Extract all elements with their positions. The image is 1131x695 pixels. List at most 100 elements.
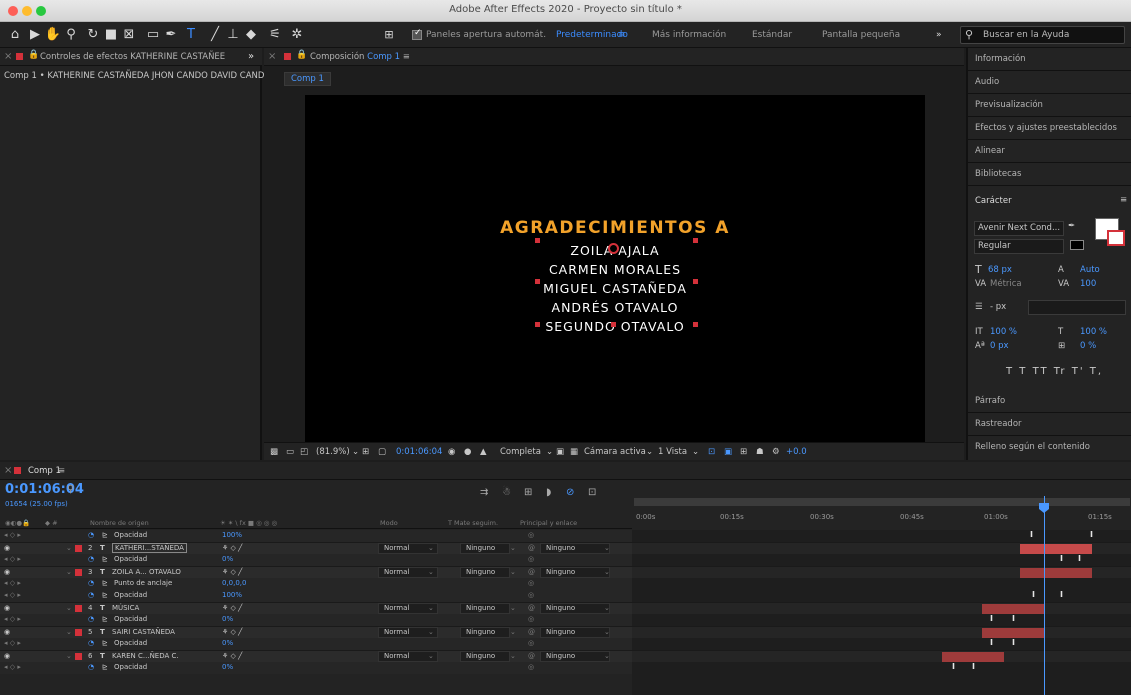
- stroke-color-swatch[interactable]: [1107, 230, 1125, 246]
- bounding-box-handle[interactable]: [535, 279, 540, 284]
- snapshot-icon[interactable]: ⊡: [588, 487, 596, 498]
- property-value[interactable]: 0%: [222, 639, 233, 647]
- comp-settings-icon[interactable]: ☗: [756, 447, 764, 457]
- default-colors-icon[interactable]: [1070, 240, 1084, 250]
- clone-stamp-tool-icon[interactable]: ⊥: [224, 26, 242, 44]
- chevron-down-icon[interactable]: ⌄: [604, 652, 610, 660]
- lock-icon[interactable]: 🔒: [296, 50, 307, 60]
- credits-name-2[interactable]: CARMEN MORALES: [305, 262, 925, 277]
- stopwatch-icon[interactable]: ◔: [88, 639, 94, 647]
- layer-duration-bar[interactable]: [942, 652, 1004, 662]
- bounding-box-handle[interactable]: [611, 322, 616, 327]
- layer-row[interactable]: ◉ ⌄ 4 T MÚSICA ⚘ ◇ ╱ Normal ⌄ Ninguno ⌄ @ Ninguno ⌄: [0, 602, 632, 614]
- help-search-input[interactable]: Buscar en la Ayuda: [960, 26, 1125, 44]
- pick-whip-icon[interactable]: @: [528, 568, 535, 576]
- layer-duration-bar[interactable]: [982, 604, 1044, 614]
- property-track[interactable]: II: [632, 590, 1131, 602]
- panel-audio[interactable]: Audio: [968, 71, 1131, 94]
- eye-visibility-icon[interactable]: ◉: [4, 652, 10, 660]
- stopwatch-icon[interactable]: ◔: [88, 591, 94, 599]
- panel-preview[interactable]: Previsualización: [968, 94, 1131, 117]
- hand-tool-icon[interactable]: ✋: [44, 26, 62, 44]
- layer-track[interactable]: [632, 626, 1131, 638]
- graph-icon[interactable]: ⊵: [102, 591, 108, 599]
- workspace-menu-icon[interactable]: ≡: [618, 30, 626, 40]
- layer-label-color[interactable]: [75, 605, 82, 612]
- frame-blending-icon[interactable]: ⊞: [524, 487, 532, 498]
- layer-name[interactable]: ZOILA A... OTAVALO: [112, 568, 181, 576]
- flowchart-icon[interactable]: ⊞: [740, 447, 747, 457]
- layer-switches[interactable]: ⚘ ◇ ╱: [222, 652, 242, 660]
- chevron-down-icon[interactable]: ⌄: [692, 447, 699, 457]
- property-row[interactable]: ◂ ◇ ▸ ◔ ⊵ Opacidad 0% ◎: [0, 638, 632, 650]
- panel-content-aware-fill[interactable]: Relleno según el contenido: [968, 436, 1131, 459]
- rectangle-tool-icon[interactable]: ▭: [144, 26, 162, 44]
- graph-icon[interactable]: ⊵: [102, 639, 108, 647]
- anchor-point-handle[interactable]: [608, 243, 619, 254]
- expand-twirl-icon[interactable]: ⌄: [66, 568, 72, 576]
- close-panel-icon[interactable]: ×: [268, 51, 276, 62]
- comp-breadcrumb-tab[interactable]: Comp 1: [284, 72, 331, 86]
- eye-visibility-icon[interactable]: ◉: [4, 604, 10, 612]
- mask-visibility-icon[interactable]: ▭: [286, 447, 294, 457]
- text-style-buttons[interactable]: T T TT Tr T' T,: [1006, 366, 1103, 377]
- chevron-down-icon[interactable]: ⌄: [604, 568, 610, 576]
- keyframe-marker[interactable]: I: [1078, 554, 1081, 563]
- horizontal-scale-value[interactable]: 100 %: [1080, 327, 1107, 337]
- layer-label-color[interactable]: [75, 629, 82, 636]
- graph-editor-icon[interactable]: ⊘: [566, 487, 574, 498]
- eye-visibility-icon[interactable]: ◉: [4, 628, 10, 636]
- vertical-scale-value[interactable]: 100 %: [990, 327, 1017, 337]
- credits-name-3[interactable]: MIGUEL CASTAÑEDA: [305, 281, 925, 296]
- expand-twirl-icon[interactable]: ⌄: [66, 652, 72, 660]
- credits-name-4[interactable]: ANDRÉS OTAVALO: [305, 300, 925, 315]
- expression-icon[interactable]: ◎: [528, 663, 534, 671]
- views-layout-dropdown[interactable]: 1 Vista: [658, 447, 687, 457]
- layer-name[interactable]: MÚSICA: [112, 604, 139, 612]
- expression-icon[interactable]: ◎: [528, 591, 534, 599]
- panel-menu-icon[interactable]: ≡: [58, 466, 65, 476]
- trkmat-header[interactable]: T Mate seguim.: [448, 519, 498, 527]
- property-value[interactable]: 100%: [222, 531, 242, 539]
- home-icon[interactable]: ⌂: [6, 26, 24, 44]
- shy-layers-icon[interactable]: ☃: [502, 487, 511, 498]
- expand-twirl-icon[interactable]: ⌄: [66, 604, 72, 612]
- workspace-learn[interactable]: Más información: [652, 30, 726, 40]
- workspace-small-screen[interactable]: Pantalla pequeña: [822, 30, 900, 40]
- composition-title[interactable]: Composición Comp 1 ≡: [310, 52, 410, 62]
- composition-canvas[interactable]: AGRADECIMIENTOS A ZOILA AJALA CARMEN MOR…: [305, 95, 925, 443]
- workspace-standard[interactable]: Estándar: [752, 30, 792, 40]
- rotate-tool-icon[interactable]: ↻: [84, 26, 102, 44]
- transparency-grid-icon[interactable]: ▦: [570, 447, 578, 457]
- panel-tracker[interactable]: Rastreador: [968, 413, 1131, 436]
- snapping-icon[interactable]: ⊞: [380, 26, 398, 44]
- close-panel-icon[interactable]: ×: [4, 51, 12, 62]
- keyframe-marker[interactable]: I: [1012, 638, 1015, 647]
- keyframe-nav-icon[interactable]: ◂ ◇ ▸: [4, 639, 21, 647]
- layer-duration-bar[interactable]: [1020, 568, 1092, 578]
- pen-tool-icon[interactable]: ✒: [162, 26, 180, 44]
- property-row[interactable]: ◂ ◇ ▸ ◔ ⊵ Opacidad 0% ◎: [0, 662, 632, 674]
- bounding-box-handle[interactable]: [535, 238, 540, 243]
- font-style-dropdown[interactable]: Regular: [974, 239, 1064, 254]
- type-tool-icon[interactable]: T: [182, 26, 200, 44]
- current-time-indicator[interactable]: [1044, 496, 1045, 695]
- fast-previews-icon[interactable]: ▣: [556, 447, 564, 457]
- eye-visibility-icon[interactable]: ◉: [4, 544, 10, 552]
- keyframe-marker[interactable]: I: [990, 638, 993, 647]
- property-track[interactable]: II: [632, 614, 1131, 626]
- chevron-down-icon[interactable]: ⌄: [646, 447, 653, 457]
- chevron-down-icon[interactable]: ⌄: [510, 628, 516, 636]
- property-track[interactable]: [632, 578, 1131, 590]
- pan-behind-tool-icon[interactable]: ⊠: [120, 26, 138, 44]
- layer-track[interactable]: [632, 602, 1131, 614]
- tracking-value[interactable]: 100: [1080, 279, 1096, 289]
- expression-icon[interactable]: ◎: [528, 615, 534, 623]
- pick-whip-icon[interactable]: @: [528, 652, 535, 660]
- expression-icon[interactable]: ◎: [528, 579, 534, 587]
- parent-header[interactable]: Principal y enlace: [520, 519, 577, 527]
- layer-duration-bar[interactable]: [1020, 544, 1092, 554]
- zoom-tool-icon[interactable]: ⚲: [62, 26, 80, 44]
- stroke-style-dropdown[interactable]: [1028, 300, 1126, 315]
- property-track[interactable]: II: [632, 662, 1131, 674]
